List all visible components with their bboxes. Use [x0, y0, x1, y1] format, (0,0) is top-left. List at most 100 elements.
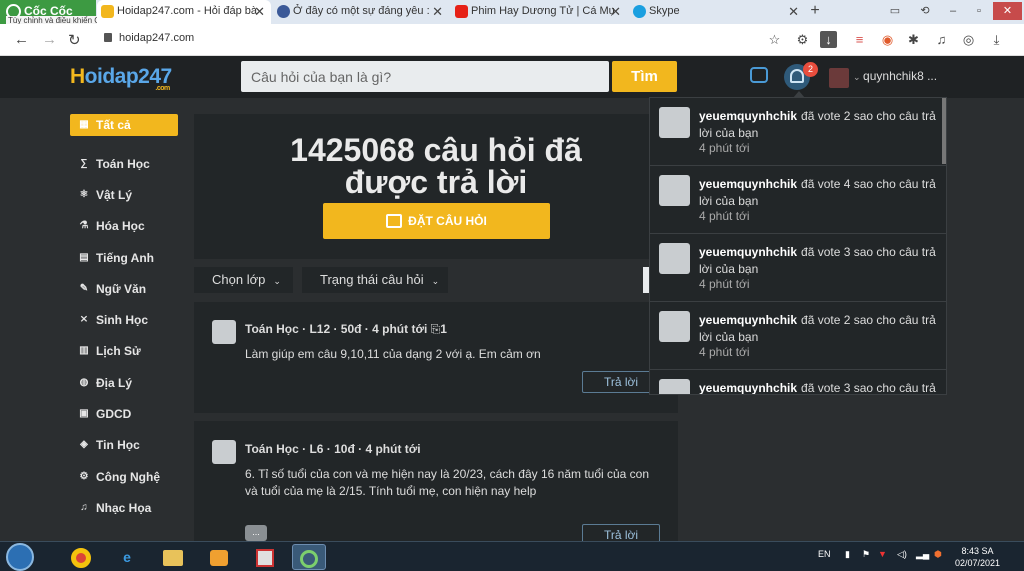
maximize-button[interactable]: ▫ — [967, 2, 991, 20]
coccoc-extension-icon[interactable]: ◉ — [879, 31, 896, 48]
sidebar-item-biology[interactable]: ⨯ Sinh Học — [70, 301, 178, 332]
hoidap-favicon-icon — [101, 5, 114, 18]
sidebar-item-chemistry[interactable]: ⚗ Hóa Học — [70, 208, 178, 239]
sidebar-item-label: Công Nghệ — [96, 469, 160, 484]
chat-icon[interactable] — [750, 67, 768, 83]
network-icon[interactable]: ▂▄ — [916, 549, 929, 560]
notification-item[interactable]: yeuemquynhchik đã vote 3 sao cho câu trả … — [650, 234, 946, 302]
media-player-icon[interactable] — [202, 544, 236, 570]
flag-icon[interactable]: ⚑ — [862, 549, 870, 560]
page-title: 1425068 câu hỏi đã được trả lời — [194, 134, 678, 198]
question-meta: Toán Học · L12 · 50đ · 4 phút tới ⎘1 — [245, 322, 447, 337]
antivirus-icon[interactable]: ▼ — [878, 549, 887, 559]
language-indicator[interactable]: EN — [818, 549, 831, 559]
media-icon[interactable]: ♫ — [933, 31, 950, 48]
coccoc-taskbar-icon[interactable] — [292, 544, 326, 570]
hero-banner: 1425068 câu hỏi đã được trả lời ĐẶT CÂU … — [194, 114, 678, 259]
sidebar-item-label: Tất cả — [96, 118, 131, 132]
question-card[interactable]: Toán Học · L6 · 10đ · 4 phút tới 6. Tỉ s… — [194, 421, 678, 546]
close-tab-icon[interactable]: ✕ — [610, 4, 621, 20]
save-page-icon[interactable]: ⤓ — [988, 31, 1005, 48]
search-input[interactable]: Câu hỏi của bạn là gì? — [241, 61, 609, 92]
sidebar-item-math[interactable]: ∑ Toán Học — [70, 145, 178, 176]
paint-icon[interactable] — [248, 544, 282, 570]
url-field[interactable]: hoidap247.com — [104, 32, 194, 44]
grade-filter-dropdown[interactable]: Chọn lớp ⌄ — [194, 267, 293, 293]
sidebar-item-music-art[interactable]: ♫ Nhạc Họa — [70, 489, 178, 520]
sidebar-item-english[interactable]: ▤ Tiếng Anh — [70, 239, 178, 270]
sidebar-item-history[interactable]: ▥ Lịch Sử — [70, 333, 178, 364]
extension-badge-icon[interactable]: ⚙ — [794, 31, 811, 48]
notification-item[interactable]: yeuemquynhchik đã vote 4 sao cho câu trả … — [650, 166, 946, 234]
tab-facebook[interactable]: Ở đây có một sự đáng yêu : ✕ — [273, 0, 449, 24]
start-button[interactable] — [6, 543, 34, 571]
scrollbar[interactable] — [942, 98, 946, 164]
taskbar-clock[interactable]: 8:43 SA 02/07/2021 — [955, 545, 1000, 569]
sidebar-item-label: Tiếng Anh — [96, 250, 154, 265]
sidebar-item-civics[interactable]: ▣ GDCD — [70, 395, 178, 426]
new-tab-button[interactable]: + — [805, 2, 825, 22]
sidebar-item-informatics[interactable]: ◈ Tin Học — [70, 427, 178, 458]
tab-search-icon[interactable]: ▭ — [883, 2, 907, 20]
window-close-button[interactable]: ✕ — [993, 2, 1022, 20]
battery-icon[interactable]: ▮ — [845, 549, 850, 560]
forward-icon[interactable]: → — [42, 31, 57, 48]
notification-dropdown: yeuemquynhchik đã vote 2 sao cho câu trả … — [649, 97, 947, 395]
file-explorer-icon[interactable] — [156, 544, 190, 570]
user-menu[interactable]: ⌄ quynhchik8 ... — [853, 69, 937, 83]
logo-h: H — [70, 65, 85, 88]
question-card[interactable]: Toán Học · L12 · 50đ · 4 phút tới ⎘1 Làm… — [194, 302, 678, 413]
code-icon: ◈ — [80, 439, 88, 451]
facebook-icon — [277, 5, 290, 18]
sidebar-item-label: Hóa Học — [96, 219, 145, 234]
site-logo[interactable]: Hoidap247 .com — [70, 65, 172, 92]
clock-time: 8:43 SA — [961, 546, 994, 556]
grid-icon: ▦ — [79, 119, 89, 130]
taskbar: e EN ▮ ⚑ ▼ ◁) ▂▄ ⬢ 8:43 SA 02/07/2021 — [0, 541, 1024, 571]
notification-item[interactable]: yeuemquynhchik đã vote 2 sao cho câu trả … — [650, 302, 946, 370]
notification-text: yeuemquynhchik đã vote 3 sao cho câu trả … — [699, 244, 937, 277]
avatar[interactable] — [829, 68, 849, 88]
volume-icon[interactable]: ◁) — [897, 549, 907, 560]
notification-item[interactable]: yeuemquynhchik đã vote 2 sao cho câu trả … — [650, 98, 946, 166]
search-button[interactable]: Tìm — [612, 61, 677, 92]
gear-icon: ⚙ — [79, 470, 89, 482]
tab-youtube[interactable]: Phim Hay Dương Tử | Cá Mụ ✕ — [451, 0, 627, 24]
close-tab-icon[interactable]: ✕ — [432, 4, 443, 20]
ask-question-button[interactable]: ĐẶT CÂU HỎI — [323, 203, 550, 239]
sidebar-item-literature[interactable]: ✎ Ngữ Văn — [70, 270, 178, 301]
sidebar-item-all[interactable]: ▦ Tất cả — [70, 114, 178, 136]
notification-item[interactable]: yeuemquynhchik đã vote 3 sao cho câu trả — [650, 370, 946, 394]
question-text[interactable]: Làm giúp em câu 9,10,11 của dạng 2 với ạ… — [245, 346, 665, 363]
flag-icon[interactable]: ≡ — [851, 31, 868, 48]
notification-user: yeuemquynhchik — [699, 313, 798, 327]
atom-icon: ⚛ — [79, 188, 89, 200]
sidebar-item-physics[interactable]: ⚛ Vật Lý — [70, 176, 178, 207]
history-icon[interactable]: ⟲ — [913, 2, 937, 20]
notification-text: yeuemquynhchik đã vote 3 sao cho câu trả — [699, 380, 937, 394]
url-text: hoidap247.com — [119, 32, 195, 44]
puzzle-icon[interactable]: ✱ — [905, 31, 922, 48]
sidebar-item-technology[interactable]: ⚙ Công Nghệ — [70, 458, 178, 489]
logo-sub: .com — [155, 85, 170, 92]
sidebar-item-geography[interactable]: ◍ Địa Lý — [70, 364, 178, 395]
close-tab-icon[interactable]: ✕ — [254, 4, 265, 20]
reload-icon[interactable]: ↻ — [68, 31, 81, 49]
chrome-icon[interactable] — [64, 544, 98, 570]
back-icon[interactable]: ← — [14, 31, 29, 48]
status-filter-label: Trạng thái câu hỏi — [320, 272, 424, 287]
security-icon[interactable]: ⬢ — [934, 549, 942, 560]
sidebar-item-label: Ngữ Văn — [96, 281, 147, 296]
tab-hoidap[interactable]: Hoidap247.com - Hỏi đáp bà ✕ — [97, 0, 271, 24]
download-icon[interactable]: ↓ — [820, 31, 837, 48]
tab-title: Ở đây có một sự đáng yêu : — [293, 5, 430, 17]
star-icon[interactable]: ☆ — [766, 31, 783, 48]
status-filter-dropdown[interactable]: Trạng thái câu hỏi ⌄ — [302, 267, 448, 293]
profile-icon[interactable]: ◎ — [960, 31, 977, 48]
tab-skype[interactable]: Skype ✕ — [629, 0, 805, 24]
close-tab-icon[interactable]: ✕ — [788, 4, 799, 20]
minimize-button[interactable]: – — [941, 2, 965, 20]
internet-explorer-icon[interactable]: e — [110, 544, 144, 570]
sidebar-item-label: Sinh Học — [96, 313, 149, 328]
question-text[interactable]: 6. Tỉ số tuổi của con và mẹ hiện nay là … — [245, 466, 665, 499]
